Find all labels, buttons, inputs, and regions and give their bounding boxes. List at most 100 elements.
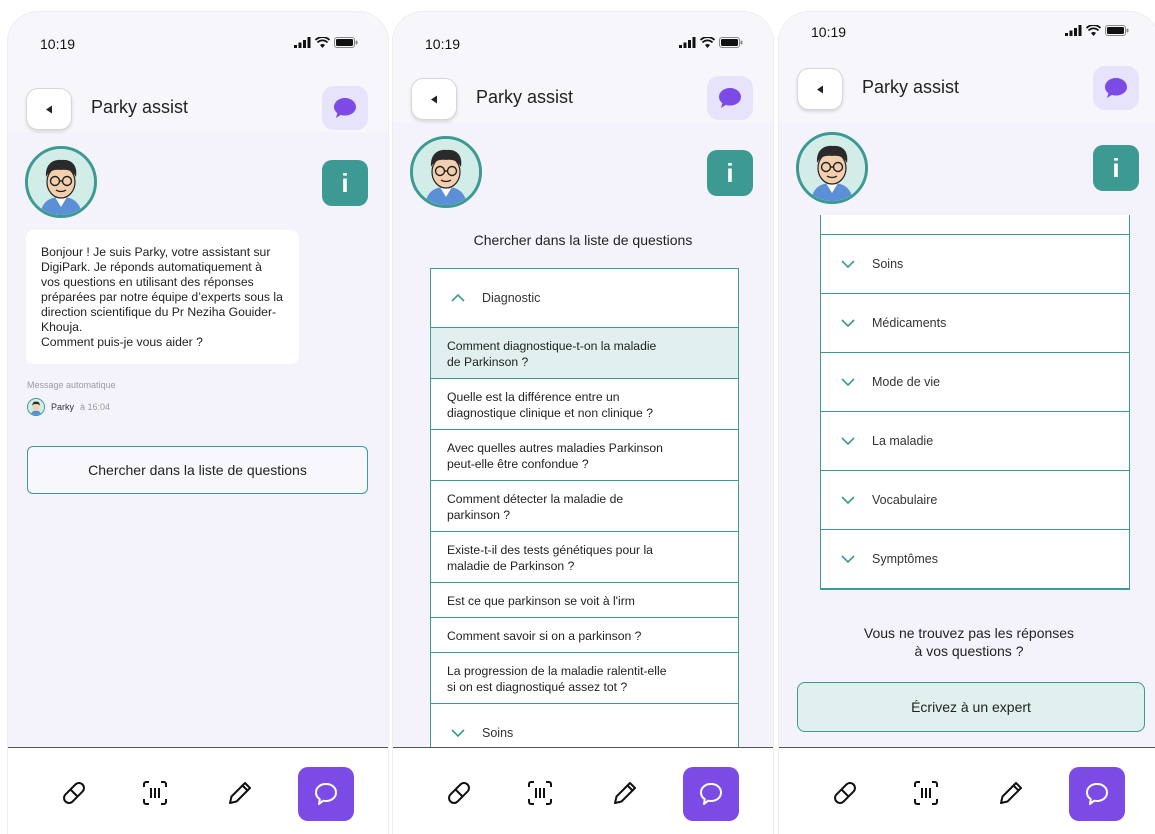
doctor-face-icon — [28, 399, 44, 415]
phone-screen-categories: 10:19 Parky assist i Soins Médicaments M… — [779, 12, 1155, 834]
status-icons — [679, 37, 743, 48]
doctor-face-icon — [28, 149, 94, 215]
question-item[interactable]: Est ce que parkinson se voit à l'irm — [431, 583, 738, 618]
tab-journal[interactable] — [985, 767, 1037, 819]
chevron-down-icon — [841, 378, 855, 386]
tab-assistant[interactable] — [1069, 767, 1125, 821]
category-label: Vocabulaire — [872, 493, 938, 507]
wifi-icon — [700, 37, 715, 48]
category-vocabulaire[interactable]: Vocabulaire — [821, 471, 1129, 530]
category-diagnostic[interactable]: Diagnostic — [431, 269, 738, 328]
back-button[interactable] — [797, 68, 843, 110]
category-soins[interactable]: Soins — [431, 704, 738, 747]
sender-avatar — [27, 398, 45, 416]
status-bar: 10:19 — [393, 12, 773, 64]
chat-toggle-button[interactable] — [322, 86, 368, 130]
tab-bar — [393, 747, 773, 834]
tab-bar — [8, 747, 388, 834]
barcode-scan-icon — [528, 781, 552, 805]
sent-time: à 16:04 — [80, 402, 111, 412]
message-sender: Parky à 16:04 — [27, 398, 110, 416]
question-item[interactable]: Comment détecter la maladie de parkinson… — [431, 481, 738, 532]
tab-assistant[interactable] — [298, 767, 354, 821]
info-button[interactable]: i — [322, 160, 368, 206]
tab-journal[interactable] — [599, 767, 651, 819]
doctor-face-icon — [799, 135, 865, 201]
category-label: Soins — [872, 257, 904, 271]
tab-medication[interactable] — [48, 767, 100, 819]
category-la-maladie[interactable]: La maladie — [821, 412, 1129, 471]
category-label: Mode de vie — [872, 375, 941, 389]
info-button[interactable]: i — [707, 150, 753, 196]
categories-accordion: Soins Médicaments Mode de vie La maladie… — [820, 215, 1130, 590]
speech-bubble-icon — [334, 98, 356, 118]
chevron-down-icon — [841, 319, 855, 327]
header-title: Parky assist — [862, 77, 960, 97]
chat-message: Bonjour ! Je suis Parky, votre assistant… — [26, 230, 299, 364]
category-label: Médicaments — [872, 316, 947, 330]
chat-toggle-button[interactable] — [707, 76, 753, 120]
pencil-icon — [229, 782, 251, 804]
category-mode-de-vie[interactable]: Mode de vie — [821, 353, 1129, 412]
chat-toggle-button[interactable] — [1093, 66, 1139, 110]
back-arrow-icon — [817, 85, 823, 93]
questions-accordion: Diagnostic Comment diagnostique-t-on la … — [430, 268, 739, 747]
question-item[interactable]: Comment savoir si on a parkinson ? — [431, 618, 738, 653]
battery-icon — [1105, 25, 1129, 36]
tab-medication[interactable] — [433, 767, 485, 819]
chat-bubble-icon — [1086, 783, 1108, 805]
category-symptomes[interactable]: Symptômes — [821, 530, 1129, 589]
sender-name: Parky — [51, 402, 75, 412]
question-item[interactable]: Avec quelles autres maladies Parkinson p… — [431, 430, 738, 481]
tab-medication[interactable] — [819, 767, 871, 819]
status-bar: 10:19 — [8, 12, 388, 64]
tab-journal[interactable] — [214, 767, 266, 819]
tab-assistant[interactable] — [683, 767, 739, 821]
category-label: Soins — [482, 726, 514, 740]
question-item[interactable]: La progression de la maladie ralentit-el… — [431, 653, 738, 704]
status-time: 10:19 — [811, 24, 847, 40]
app-header: Parky assist — [393, 72, 773, 128]
phone-screen-questions: 10:19 Parky assist i Chercher dans la li… — [393, 12, 773, 834]
parky-avatar — [796, 132, 868, 204]
question-item[interactable]: Comment diagnostique-t-on la maladie de … — [431, 328, 738, 379]
category-label: Symptômes — [872, 552, 938, 566]
header-title: Parky assist — [91, 97, 189, 117]
search-questions-button[interactable]: Chercher dans la liste de questions — [27, 446, 368, 494]
signal-icon — [1065, 25, 1082, 36]
chevron-down-icon — [451, 729, 465, 737]
tab-scan[interactable] — [900, 767, 952, 819]
back-button[interactable] — [411, 78, 457, 120]
wifi-icon — [315, 37, 330, 48]
chevron-down-icon — [841, 260, 855, 268]
pill-icon — [834, 782, 856, 804]
chevron-up-icon — [451, 294, 465, 302]
tab-scan[interactable] — [129, 767, 181, 819]
status-icons — [294, 37, 358, 48]
category-soins[interactable]: Soins — [821, 235, 1129, 294]
category-label: Diagnostic — [482, 291, 541, 305]
wifi-icon — [1086, 25, 1101, 36]
category-medicaments[interactable]: Médicaments — [821, 294, 1129, 353]
status-time: 10:19 — [40, 36, 76, 52]
chevron-down-icon — [841, 437, 855, 445]
app-header: Parky assist — [8, 82, 388, 138]
info-button[interactable]: i — [1093, 145, 1139, 191]
questions-section-title: Chercher dans la liste de questions — [473, 232, 693, 248]
not-found-text: Vous ne trouvez pas les réponses à vos q… — [863, 625, 1075, 659]
question-item[interactable]: Existe-t-il des tests génétiques pour la… — [431, 532, 738, 583]
back-arrow-icon — [431, 95, 437, 103]
question-item[interactable]: Quelle est la différence entre un diagno… — [431, 379, 738, 430]
back-button[interactable] — [26, 88, 72, 130]
status-icons — [1065, 25, 1129, 36]
pill-icon — [63, 782, 85, 804]
doctor-face-icon — [413, 139, 479, 205]
tab-scan[interactable] — [514, 767, 566, 819]
speech-bubble-icon — [719, 88, 741, 108]
status-time: 10:19 — [425, 36, 461, 52]
parky-avatar — [25, 146, 97, 218]
write-expert-button[interactable]: Écrivez à un expert — [797, 682, 1145, 732]
pill-icon — [448, 782, 470, 804]
chevron-down-icon — [841, 555, 855, 563]
pencil-icon — [1000, 782, 1022, 804]
